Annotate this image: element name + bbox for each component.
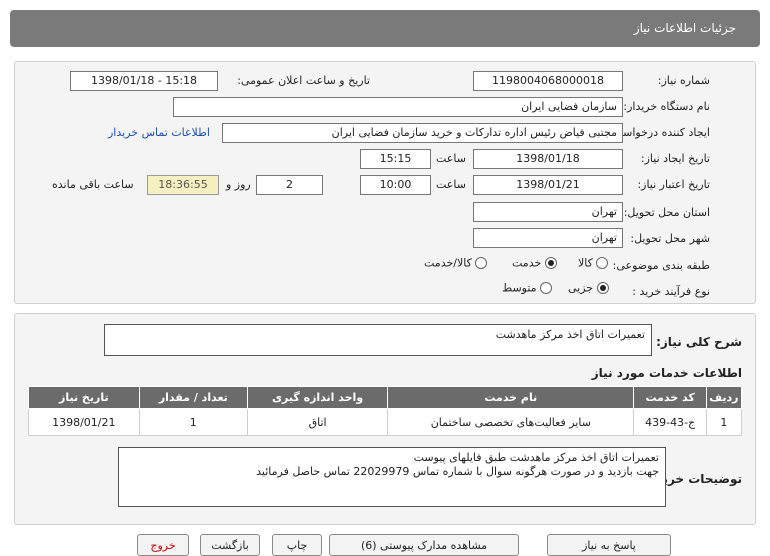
radio-icon	[596, 257, 609, 269]
process-option-minor[interactable]: جزیی	[568, 281, 609, 295]
creator-field: مجتبی فیاض رئیس اداره تدارکات و خرید ساز…	[222, 123, 623, 143]
created-time-field: 15:15	[360, 149, 431, 169]
buyer-notes-box: تعمیرات اتاق اخذ مرکز ماهدشت طبق فایلهای…	[118, 447, 666, 507]
services-table: ردیف کد خدمت نام خدمت واحد اندازه گیری ت…	[28, 386, 743, 436]
validity-time-field: 10:00	[360, 175, 431, 195]
announce-field: 1398/01/18 - 15:18	[70, 71, 218, 91]
created-date-field: 1398/01/18	[473, 149, 623, 169]
respond-button[interactable]: پاسخ به نیاز	[547, 534, 671, 556]
print-button[interactable]: چاپ	[272, 534, 322, 556]
col-service-code: کد خدمت	[633, 386, 707, 409]
created-date-label: تاریخ ایجاد نیاز:	[640, 152, 710, 165]
city-label: شهر محل تحویل:	[630, 232, 710, 245]
radio-selected-icon	[596, 282, 609, 294]
page-title: جزئیات اطلاعات نیاز	[633, 21, 736, 35]
attachments-button[interactable]: مشاهده مدارک پیوستی (6)	[329, 534, 519, 556]
province-label: استان محل تحویل:	[623, 206, 710, 219]
cell-service-name: سایر فعالیت‌های تخصصی ساختمان	[387, 408, 635, 436]
remaining-time-field: 18:36:55	[147, 175, 219, 195]
buyer-notes-line-2: جهت بازدید و در صورت هرگونه سوال با شمار…	[256, 465, 659, 478]
cell-row: 1	[705, 408, 743, 436]
need-number-label: شماره نیاز:	[657, 74, 710, 87]
summary-box: تعمیرات اتاق اخذ مرکز ماهدشت	[104, 324, 652, 356]
cell-service-code: ج-43-439	[633, 408, 707, 436]
city-field: تهران	[473, 228, 623, 248]
cell-unit: اتاق	[246, 408, 389, 436]
col-unit: واحد اندازه گیری	[246, 386, 389, 409]
col-row: ردیف	[705, 386, 743, 409]
services-title: اطلاعات خدمات مورد نیاز	[591, 366, 742, 380]
days-remaining-field: 2	[256, 175, 323, 195]
col-need-date: تاریخ نیاز	[28, 386, 140, 409]
need-number-field: 1198004068000018	[473, 71, 623, 91]
category-option-goods[interactable]: کالا	[578, 256, 609, 270]
category-option-goods-service[interactable]: کالا/خدمت	[424, 256, 488, 270]
back-button[interactable]: بازگشت	[200, 534, 260, 556]
buyer-org-label: نام دستگاه خریدار:	[623, 100, 710, 113]
created-time-label: ساعت	[436, 152, 466, 165]
validity-time-label: ساعت	[436, 178, 466, 191]
buyer-notes-line-1: تعمیرات اتاق اخذ مرکز ماهدشت طبق فایلهای…	[413, 451, 659, 464]
table-row: 1 ج-43-439 سایر فعالیت‌های تخصصی ساختمان…	[28, 408, 743, 436]
col-quantity: تعداد / مقدار	[138, 386, 249, 409]
buyer-contact-link[interactable]: اطلاعات تماس خریدار	[108, 126, 210, 139]
remaining-label: ساعت باقی مانده	[52, 178, 134, 191]
creator-label: ایجاد کننده درخواست:	[608, 126, 710, 139]
col-service-name: نام خدمت	[387, 386, 635, 409]
page-header: جزئیات اطلاعات نیاز	[10, 10, 760, 47]
days-label: روز و	[226, 178, 251, 191]
cell-need-date: 1398/01/21	[28, 408, 140, 436]
process-option-medium[interactable]: متوسط	[502, 281, 553, 295]
table-header-row: ردیف کد خدمت نام خدمت واحد اندازه گیری ت…	[28, 386, 743, 409]
announce-label: تاریخ و ساعت اعلان عمومی:	[237, 74, 370, 87]
exit-button[interactable]: خروج	[137, 534, 189, 556]
radio-icon	[540, 282, 553, 294]
validity-date-field: 1398/01/21	[473, 175, 623, 195]
process-label: نوع فرآیند خرید :	[632, 285, 710, 298]
province-field: تهران	[473, 202, 623, 222]
cell-quantity: 1	[138, 408, 249, 436]
category-label: طبقه بندی موضوعی:	[612, 259, 710, 272]
validity-date-label: تاریخ اعتبار نیاز:	[637, 178, 710, 191]
summary-label: شرح کلی نیاز:	[656, 335, 742, 349]
category-option-service[interactable]: خدمت	[512, 256, 557, 270]
radio-selected-icon	[544, 257, 557, 269]
radio-icon	[475, 257, 488, 269]
buyer-org-field: سازمان فضایی ایران	[173, 97, 623, 117]
